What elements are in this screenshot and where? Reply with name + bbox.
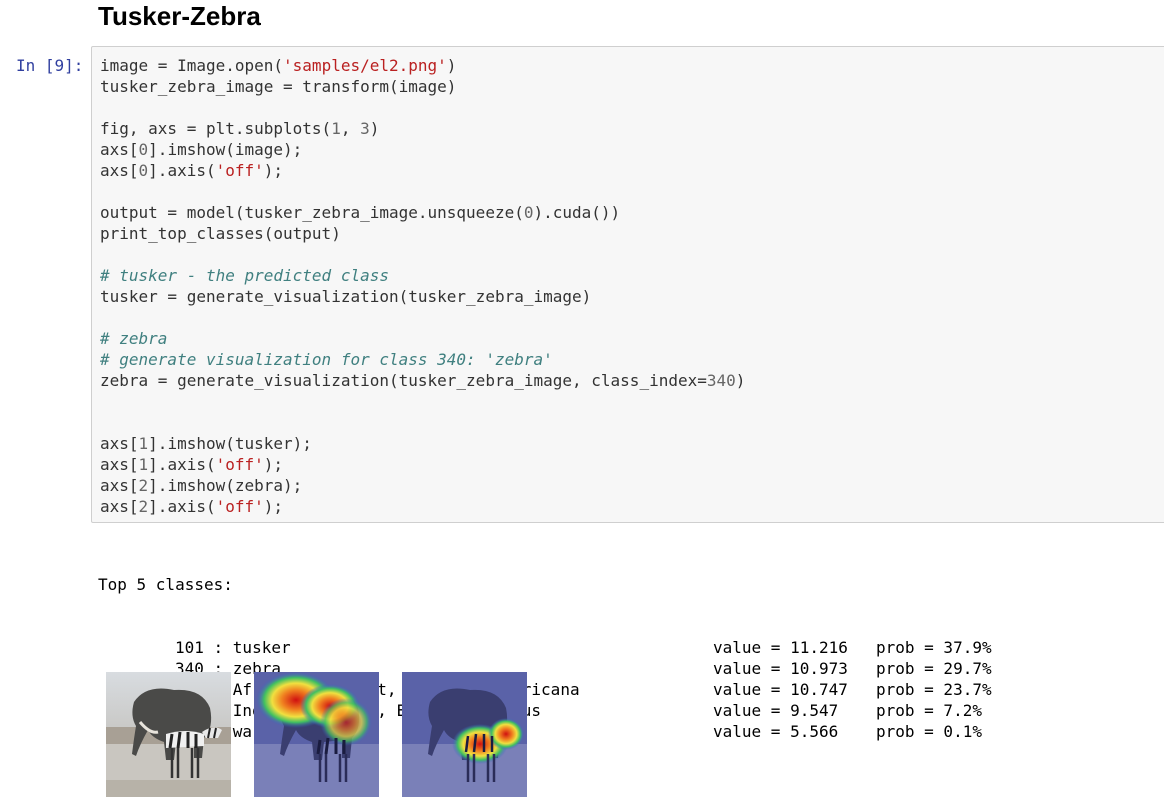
code-token: # zebra xyxy=(100,329,168,348)
class-prob: prob = 37.9% xyxy=(876,638,992,657)
code-line: output = model(tusker_zebra_image.unsque… xyxy=(100,202,745,223)
code-line: image = Image.open('samples/el2.png') xyxy=(100,55,745,76)
code-token: ); xyxy=(263,455,284,474)
code-token: ).cuda()) xyxy=(533,203,621,222)
class-prob: prob = 29.7% xyxy=(876,659,992,678)
code-token: print_top_classes(output) xyxy=(100,224,341,243)
code-line: axs[2].imshow(zebra); xyxy=(100,475,745,496)
cell-prompt: In [9]: xyxy=(16,56,84,75)
code-token: axs[ xyxy=(100,140,139,159)
code-line: # zebra xyxy=(100,328,745,349)
class-prob: prob = 7.2% xyxy=(876,701,982,720)
notebook-heading: Tusker-Zebra xyxy=(98,1,261,31)
code-token: axs[ xyxy=(100,455,139,474)
code-token: image = Image.open( xyxy=(100,56,284,75)
code-token: ) xyxy=(735,371,746,390)
class-value: value = 5.566 xyxy=(713,722,839,741)
code-token: ].axis( xyxy=(148,497,216,516)
code-token: axs[ xyxy=(100,434,139,453)
code-token: axs[ xyxy=(100,476,139,495)
original-image xyxy=(106,672,231,797)
code-token: 'off' xyxy=(215,497,264,516)
code-token: # generate visualization for class 340: … xyxy=(100,350,553,369)
tusker-heatmap-image xyxy=(254,672,379,797)
code-line: # tusker - the predicted class xyxy=(100,265,745,286)
code-token: fig, axs = plt.subplots( xyxy=(100,119,332,138)
class-label: 101 : tusker xyxy=(175,638,291,657)
code-line: axs[0].imshow(image); xyxy=(100,139,745,160)
class-value: value = 10.747 xyxy=(713,680,848,699)
code-token: , xyxy=(340,119,361,138)
code-token: ); xyxy=(263,161,284,180)
code-token: 3 xyxy=(360,119,370,138)
code-token: 340 xyxy=(706,371,736,390)
code-token: # tusker - the predicted class xyxy=(100,266,389,285)
code-token: 1 xyxy=(331,119,341,138)
class-prob: prob = 23.7% xyxy=(876,680,992,699)
zebra-heatmap-image xyxy=(402,672,527,797)
code-token: ); xyxy=(263,497,284,516)
code-token: 0 xyxy=(138,140,149,159)
code-line: fig, axs = plt.subplots(1, 3) xyxy=(100,118,745,139)
code-token: ].axis( xyxy=(148,455,216,474)
code-line: tusker = generate_visualization(tusker_z… xyxy=(100,286,745,307)
code-token: tusker = generate_visualization(tusker_z… xyxy=(100,287,592,306)
code-editor[interactable]: image = Image.open('samples/el2.png') tus… xyxy=(100,55,745,517)
code-line: axs[1].imshow(tusker); xyxy=(100,433,745,454)
code-token: ].axis( xyxy=(148,161,216,180)
code-line: axs[1].axis('off'); xyxy=(100,454,745,475)
code-token: tusker_zebra_image = transform(image) xyxy=(100,77,457,96)
code-line: axs[0].axis('off'); xyxy=(100,160,745,181)
class-value: value = 9.547 xyxy=(713,701,839,720)
code-token: ) xyxy=(446,56,457,75)
code-token: axs[ xyxy=(100,497,139,516)
code-cell[interactable]: image = Image.open('samples/el2.png') tus… xyxy=(91,46,1164,523)
code-token: 'off' xyxy=(215,161,264,180)
code-line: print_top_classes(output) xyxy=(100,223,745,244)
code-line: tusker_zebra_image = transform(image) xyxy=(100,76,745,97)
code-line: axs[2].axis('off'); xyxy=(100,496,745,517)
code-token: axs[ xyxy=(100,161,139,180)
code-token: ].imshow(zebra); xyxy=(148,476,303,495)
class-value: value = 10.973 xyxy=(713,659,848,678)
class-row: 101 : tusker value = 11.216 prob = 37.9% xyxy=(98,637,992,658)
code-token: zebra = generate_visualization(tusker_ze… xyxy=(100,371,707,390)
code-token: 2 xyxy=(138,476,149,495)
code-token: 'samples/el2.png' xyxy=(283,56,447,75)
code-token: 0 xyxy=(138,161,149,180)
code-token: 'off' xyxy=(215,455,264,474)
code-token: ) xyxy=(369,119,380,138)
code-token: ].imshow(image); xyxy=(148,140,303,159)
class-prob: prob = 0.1% xyxy=(876,722,982,741)
code-line: zebra = generate_visualization(tusker_ze… xyxy=(100,370,745,391)
output-title: Top 5 classes: xyxy=(98,575,233,594)
code-line: # generate visualization for class 340: … xyxy=(100,349,745,370)
code-token: output = model(tusker_zebra_image.unsque… xyxy=(100,203,524,222)
class-value: value = 11.216 xyxy=(713,638,848,657)
code-token: 1 xyxy=(138,455,149,474)
code-token: 2 xyxy=(138,497,149,516)
code-token: 1 xyxy=(138,434,149,453)
code-token: ].imshow(tusker); xyxy=(148,434,312,453)
